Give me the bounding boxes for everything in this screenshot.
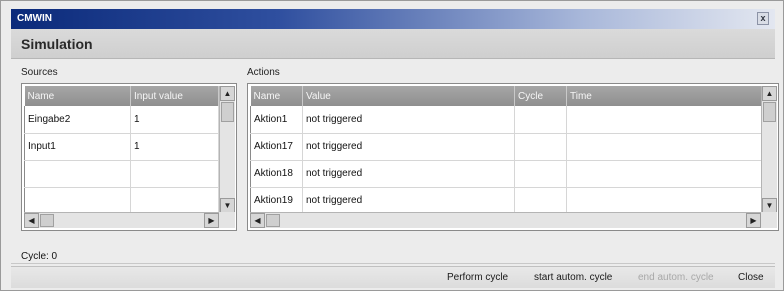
table-row[interactable]: Aktion18 not triggered (250, 160, 763, 188)
scroll-left-icon[interactable]: ◀ (250, 213, 265, 228)
source-value-cell[interactable]: 1 (130, 106, 219, 134)
sources-vertical-scrollbar[interactable]: ▲ ▼ (219, 86, 235, 214)
scroll-right-icon[interactable]: ▶ (746, 213, 761, 228)
sources-horizontal-scrollbar[interactable]: ◀ ▶ (24, 212, 219, 228)
sources-vscroll-thumb[interactable] (221, 102, 234, 122)
action-value-cell[interactable]: not triggered (302, 106, 515, 134)
button-bar: Perform cycle start autom. cycle end aut… (11, 266, 775, 288)
action-cycle-cell[interactable] (514, 187, 567, 215)
divider (11, 263, 775, 264)
scroll-corner (219, 212, 235, 228)
action-name-cell[interactable]: Aktion18 (250, 160, 303, 188)
source-name-cell[interactable] (24, 160, 131, 188)
action-name-cell[interactable]: Aktion1 (250, 106, 303, 134)
window-close-icon[interactable]: x (757, 12, 769, 25)
table-row[interactable]: Eingabe2 1 (24, 106, 219, 134)
action-cycle-cell[interactable] (514, 160, 567, 188)
scroll-down-icon[interactable]: ▼ (762, 198, 777, 213)
sources-table: Name Input value Eingabe2 1 Input1 1 (24, 86, 219, 215)
actions-hscroll-thumb[interactable] (266, 214, 280, 227)
source-name-cell[interactable]: Eingabe2 (24, 106, 131, 134)
action-value-cell[interactable]: not triggered (302, 160, 515, 188)
source-name-cell[interactable] (24, 187, 131, 215)
scroll-left-icon[interactable]: ◀ (24, 213, 39, 228)
source-value-cell[interactable] (130, 160, 219, 188)
close-button[interactable]: Close (738, 272, 764, 283)
scroll-up-icon[interactable]: ▲ (762, 86, 777, 101)
action-value-cell[interactable]: not triggered (302, 133, 515, 161)
scroll-right-icon[interactable]: ▶ (204, 213, 219, 228)
simulation-window: CMWIN x Simulation Sources Name Input va… (0, 0, 784, 291)
panel-title: Simulation (11, 29, 775, 59)
actions-label: Actions (247, 67, 280, 78)
table-row[interactable]: Aktion19 not triggered (250, 187, 763, 215)
sources-hscroll-thumb[interactable] (40, 214, 54, 227)
end-autom-cycle-button[interactable]: end autom. cycle (638, 272, 714, 283)
actions-horizontal-scrollbar[interactable]: ◀ ▶ (250, 212, 761, 228)
action-time-cell[interactable] (566, 106, 763, 134)
action-name-cell[interactable]: Aktion19 (250, 187, 303, 215)
action-cycle-cell[interactable] (514, 133, 567, 161)
action-time-cell[interactable] (566, 187, 763, 215)
sources-col-name[interactable]: Name (24, 86, 131, 106)
action-cycle-cell[interactable] (514, 106, 567, 134)
actions-col-value[interactable]: Value (302, 86, 515, 106)
source-value-cell[interactable]: 1 (130, 133, 219, 161)
title-bar: CMWIN x (11, 9, 775, 29)
actions-grid: Name Value Cycle Time Aktion1 not trigge… (247, 83, 779, 231)
table-row[interactable]: Input1 1 (24, 133, 219, 161)
actions-col-cycle[interactable]: Cycle (514, 86, 567, 106)
table-row[interactable] (24, 160, 219, 188)
actions-vscroll-thumb[interactable] (763, 102, 776, 122)
sources-grid: Name Input value Eingabe2 1 Input1 1 ▲ ▼… (21, 83, 237, 231)
table-row[interactable]: Aktion17 not triggered (250, 133, 763, 161)
action-time-cell[interactable] (566, 133, 763, 161)
cycle-status: Cycle: 0 (21, 251, 58, 262)
actions-col-time[interactable]: Time (566, 86, 763, 106)
scroll-up-icon[interactable]: ▲ (220, 86, 235, 101)
action-name-cell[interactable]: Aktion17 (250, 133, 303, 161)
start-autom-cycle-button[interactable]: start autom. cycle (534, 272, 612, 283)
table-row[interactable] (24, 187, 219, 215)
window-title: CMWIN (17, 13, 52, 24)
scroll-down-icon[interactable]: ▼ (220, 198, 235, 213)
action-time-cell[interactable] (566, 160, 763, 188)
perform-cycle-button[interactable]: Perform cycle (447, 272, 508, 283)
source-value-cell[interactable] (130, 187, 219, 215)
sources-label: Sources (21, 67, 58, 78)
scroll-corner (761, 212, 777, 228)
actions-header-row: Name Value Cycle Time (250, 86, 763, 106)
table-row[interactable]: Aktion1 not triggered (250, 106, 763, 134)
actions-vertical-scrollbar[interactable]: ▲ ▼ (761, 86, 777, 214)
sources-header-row: Name Input value (24, 86, 219, 106)
source-name-cell[interactable]: Input1 (24, 133, 131, 161)
actions-col-name[interactable]: Name (250, 86, 303, 106)
sources-col-input-value[interactable]: Input value (130, 86, 219, 106)
action-value-cell[interactable]: not triggered (302, 187, 515, 215)
actions-table: Name Value Cycle Time Aktion1 not trigge… (250, 86, 763, 215)
